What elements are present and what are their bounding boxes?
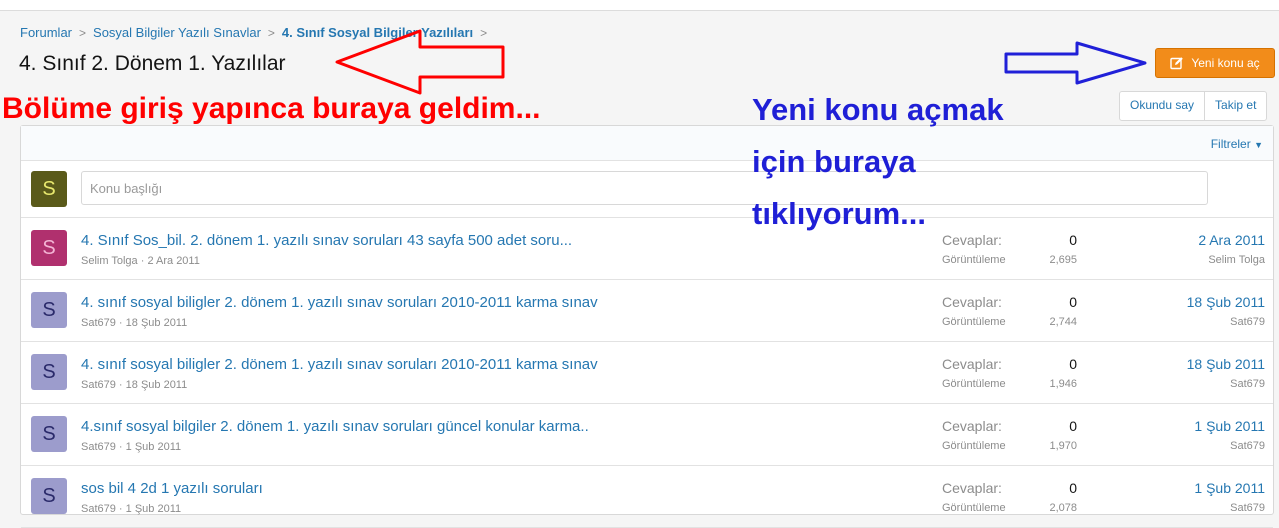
annotation-blue-line: Yeni konu açmak xyxy=(752,92,1004,127)
views-count: 1,970 xyxy=(1049,440,1077,452)
last-post-user[interactable]: Sat679 xyxy=(1230,502,1265,514)
last-post-date[interactable]: 1 Şub 2011 xyxy=(1194,418,1265,434)
thread-title-link[interactable]: 4.sınıf sosyal bilgiler 2. dönem 1. yazı… xyxy=(81,418,589,435)
thread-author[interactable]: Sat679 xyxy=(81,379,116,391)
last-post-user[interactable]: Sat679 xyxy=(1230,440,1265,452)
filters-label: Filtreler xyxy=(1210,137,1251,151)
thread-date[interactable]: 2 Ara 2011 xyxy=(147,255,199,267)
avatar[interactable]: S xyxy=(31,354,67,390)
views-label: Görüntüleme xyxy=(942,254,1006,266)
replies-count: 0 xyxy=(1069,418,1077,434)
thread-row: S sos bil 4 2d 1 yazılı soruları Sat679 … xyxy=(21,466,1273,528)
thread-title-link[interactable]: 4. sınıf sosyal biligler 2. dönem 1. yaz… xyxy=(81,356,598,373)
thread-meta: Sat679 · 1 Şub 2011 xyxy=(81,441,182,453)
thread-meta: Selim Tolga · 2 Ara 2011 xyxy=(81,255,200,267)
breadcrumb: Forumlar > Sosyal Bilgiler Yazılı Sınavl… xyxy=(20,25,494,40)
breadcrumb-item-forums[interactable]: Forumlar xyxy=(20,25,72,40)
forum-actions: Okundu say Takip et xyxy=(1119,91,1268,121)
caret-down-icon: ▼ xyxy=(1254,140,1263,150)
thread-author[interactable]: Sat679 xyxy=(81,441,116,453)
replies-label: Cevaplar: xyxy=(942,418,1002,434)
last-post-date[interactable]: 18 Şub 2011 xyxy=(1187,294,1265,310)
thread-date[interactable]: 1 Şub 2011 xyxy=(126,503,181,515)
views-label: Görüntüleme xyxy=(942,316,1006,328)
annotation-blue-line: tıklıyorum... xyxy=(752,196,926,231)
avatar[interactable]: S xyxy=(31,478,67,514)
last-post-user[interactable]: Sat679 xyxy=(1230,378,1265,390)
thread-author[interactable]: Sat679 xyxy=(81,317,116,329)
filter-bar: Filtreler ▼ xyxy=(21,126,1273,161)
quick-thread-form: S xyxy=(21,161,1273,218)
chevron-right-icon: > xyxy=(480,25,488,40)
thread-author[interactable]: Sat679 xyxy=(81,503,116,515)
last-post-user[interactable]: Selim Tolga xyxy=(1208,254,1265,266)
thread-date[interactable]: 18 Şub 2011 xyxy=(126,317,188,329)
replies-count: 0 xyxy=(1069,356,1077,372)
thread-meta: Sat679 · 18 Şub 2011 xyxy=(81,379,188,391)
last-post-user[interactable]: Sat679 xyxy=(1230,316,1265,328)
replies-label: Cevaplar: xyxy=(942,356,1002,372)
avatar: S xyxy=(31,171,67,207)
replies-count: 0 xyxy=(1069,232,1077,248)
thread-date[interactable]: 18 Şub 2011 xyxy=(126,379,188,391)
thread-date[interactable]: 1 Şub 2011 xyxy=(126,441,181,453)
annotation-blue-text: Yeni konu açmak için buraya tıklıyorum..… xyxy=(752,84,1004,240)
replies-label: Cevaplar: xyxy=(942,294,1002,310)
views-label: Görüntüleme xyxy=(942,502,1006,514)
annotation-red-text: Bölüme giriş yapınca buraya geldim... xyxy=(2,92,541,125)
last-post-date[interactable]: 18 Şub 2011 xyxy=(1187,356,1265,372)
views-count: 2,744 xyxy=(1049,316,1077,328)
page-title: 4. Sınıf 2. Dönem 1. Yazılılar xyxy=(19,52,286,75)
thread-title-input[interactable] xyxy=(81,171,1208,205)
new-thread-label: Yeni konu aç xyxy=(1191,56,1260,70)
top-navigation-strip xyxy=(0,0,1279,11)
views-label: Görüntüleme xyxy=(942,378,1006,390)
red-arrow-left-icon xyxy=(335,29,505,95)
views-label: Görüntüleme xyxy=(942,440,1006,452)
avatar[interactable]: S xyxy=(31,230,67,266)
thread-row: S 4. sınıf sosyal biligler 2. dönem 1. y… xyxy=(21,342,1273,404)
blue-arrow-right-icon xyxy=(1004,41,1147,85)
chevron-right-icon: > xyxy=(79,25,87,40)
thread-title-link[interactable]: 4. Sınıf Sos_bil. 2. dönem 1. yazılı sın… xyxy=(81,232,572,249)
views-count: 1,946 xyxy=(1049,378,1077,390)
annotation-blue-line: için buraya xyxy=(752,144,916,179)
watch-button[interactable]: Takip et xyxy=(1204,92,1266,120)
avatar[interactable]: S xyxy=(31,416,67,452)
thread-meta: Sat679 · 18 Şub 2011 xyxy=(81,317,188,329)
thread-title-link[interactable]: 4. sınıf sosyal biligler 2. dönem 1. yaz… xyxy=(81,294,598,311)
replies-count: 0 xyxy=(1069,294,1077,310)
last-post-date[interactable]: 2 Ara 2011 xyxy=(1198,232,1265,248)
replies-label: Cevaplar: xyxy=(942,480,1002,496)
views-count: 2,078 xyxy=(1049,502,1077,514)
thread-row: S 4. Sınıf Sos_bil. 2. dönem 1. yazılı s… xyxy=(21,218,1273,280)
filters-dropdown[interactable]: Filtreler ▼ xyxy=(1211,137,1263,151)
thread-author[interactable]: Selim Tolga xyxy=(81,255,138,267)
replies-count: 0 xyxy=(1069,480,1077,496)
chevron-right-icon: > xyxy=(267,25,275,40)
breadcrumb-item-category[interactable]: Sosyal Bilgiler Yazılı Sınavlar xyxy=(93,25,261,40)
avatar[interactable]: S xyxy=(31,292,67,328)
views-count: 2,695 xyxy=(1049,254,1077,266)
edit-icon xyxy=(1170,57,1184,70)
new-thread-button[interactable]: Yeni konu aç xyxy=(1155,48,1275,78)
thread-title-link[interactable]: sos bil 4 2d 1 yazılı soruları xyxy=(81,480,263,497)
thread-list: Filtreler ▼ S S 4. Sınıf Sos_bil. 2. dön… xyxy=(20,125,1274,528)
thread-row: S 4. sınıf sosyal biligler 2. dönem 1. y… xyxy=(21,280,1273,342)
thread-row: S 4.sınıf sosyal bilgiler 2. dönem 1. ya… xyxy=(21,404,1273,466)
mark-read-button[interactable]: Okundu say xyxy=(1120,92,1204,120)
breadcrumb-item-forum[interactable]: 4. Sınıf Sosyal Bilgiler Yazılıları xyxy=(282,25,473,40)
thread-meta: Sat679 · 1 Şub 2011 xyxy=(81,503,182,515)
last-post-date[interactable]: 1 Şub 2011 xyxy=(1194,480,1265,496)
